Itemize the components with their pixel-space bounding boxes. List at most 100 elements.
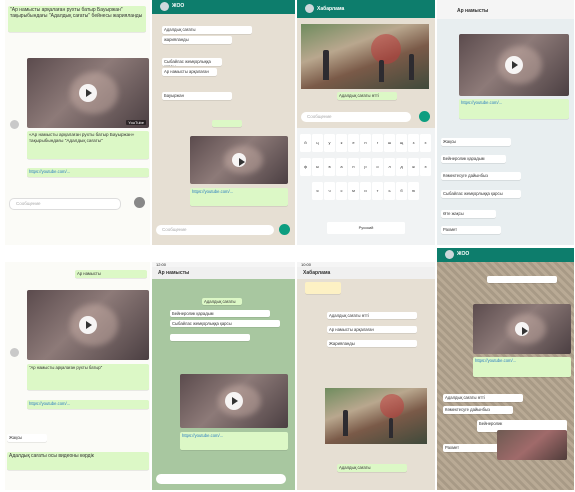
message-bubble: "Ар намысты арқалаған рухты батыр Бауырж… xyxy=(8,6,146,32)
key-7[interactable]: л xyxy=(384,158,395,176)
avatar xyxy=(445,250,454,259)
list-item: Бейнеролик қарадым xyxy=(441,155,506,163)
key-0[interactable]: ф xyxy=(300,158,311,176)
key-8[interactable]: д xyxy=(396,158,407,176)
message-bubble: Ар намысты xyxy=(75,270,147,278)
list-item: Адалдық сағаты xyxy=(162,26,252,34)
video-thumbnail[interactable] xyxy=(180,374,288,428)
key-5[interactable]: р xyxy=(360,158,371,176)
list-item xyxy=(170,334,250,341)
photo-message[interactable] xyxy=(497,430,567,460)
chat-title: Хабарлама xyxy=(303,270,331,276)
play-icon[interactable] xyxy=(79,84,97,102)
key-6[interactable]: ь xyxy=(384,182,395,200)
list-item: Ар намысты арқалаған xyxy=(327,326,417,333)
video-thumbnail[interactable] xyxy=(473,304,571,354)
key-10[interactable]: х xyxy=(420,134,431,152)
avatar xyxy=(305,4,314,13)
key-7[interactable]: б xyxy=(396,182,407,200)
key-5[interactable]: н xyxy=(360,134,371,152)
key-1[interactable]: ц xyxy=(312,134,323,152)
space-key[interactable]: Русский xyxy=(327,222,405,234)
mic-icon[interactable] xyxy=(134,197,145,208)
video-thumbnail[interactable] xyxy=(190,136,288,184)
play-icon[interactable] xyxy=(232,153,246,167)
chat-title: Ар намысты xyxy=(457,8,489,14)
list-item: Көмектесуге дайынбыз xyxy=(443,406,513,414)
key-0[interactable]: й xyxy=(300,134,311,152)
key-7[interactable]: ш xyxy=(384,134,395,152)
message-input[interactable] xyxy=(156,474,286,484)
key-6[interactable]: г xyxy=(372,134,383,152)
video-thumbnail[interactable] xyxy=(459,34,569,96)
key-0[interactable]: я xyxy=(312,182,323,200)
key-4[interactable]: п xyxy=(348,158,359,176)
photo-message[interactable] xyxy=(325,388,427,444)
key-1[interactable]: ч xyxy=(324,182,335,200)
chat-title: ЖОО xyxy=(172,3,185,9)
video-link[interactable]: https://youtube.com/... xyxy=(473,357,571,377)
input-placeholder: Сообщение xyxy=(16,201,41,206)
key-3[interactable]: к xyxy=(336,134,347,152)
key-4[interactable]: и xyxy=(360,182,371,200)
key-9[interactable]: з xyxy=(408,134,419,152)
reply-message: Жақсы xyxy=(7,434,47,442)
video-link[interactable]: https://youtube.com/... xyxy=(27,168,149,177)
list-item: Өте жақсы xyxy=(441,210,496,218)
chat-header: Хабарлама xyxy=(297,267,435,279)
list-item xyxy=(305,282,341,294)
list-item: Сыбайлас жемқорлыққа қарсы xyxy=(162,58,222,66)
message-input[interactable]: Сообщение xyxy=(9,198,121,210)
message-input[interactable]: Сообщение xyxy=(301,112,411,122)
circle-icon xyxy=(10,348,19,357)
chat-header: ЖОО xyxy=(437,248,574,262)
key-3[interactable]: а xyxy=(336,158,347,176)
avatar xyxy=(160,2,169,11)
input-placeholder: Сообщение xyxy=(307,114,332,119)
send-icon[interactable] xyxy=(419,111,430,122)
list-item: Көмектесуге дайынбыз xyxy=(441,172,521,180)
list-item: Адалдық сағаты өтті xyxy=(443,394,523,402)
key-1[interactable]: ы xyxy=(312,158,323,176)
key-3[interactable]: м xyxy=(348,182,359,200)
list-item: Адалдық сағаты xyxy=(202,298,242,305)
photo-message[interactable] xyxy=(301,24,429,89)
key-2[interactable]: в xyxy=(324,158,335,176)
key-4[interactable]: е xyxy=(348,134,359,152)
video-link[interactable]: https://youtube.com/... xyxy=(190,188,288,206)
photo-caption: Адалдық сағаты xyxy=(337,464,407,472)
list-item: Рахмет xyxy=(441,226,501,234)
play-icon[interactable] xyxy=(79,316,97,334)
chat-header: Ар намысты xyxy=(152,267,295,279)
mic-icon[interactable] xyxy=(279,224,290,235)
key-8[interactable]: щ xyxy=(396,134,407,152)
chat-title: Хабарлама xyxy=(317,6,345,12)
list-item: Рахмет xyxy=(443,444,503,452)
key-2[interactable]: у xyxy=(324,134,335,152)
key-8[interactable]: ю xyxy=(408,182,419,200)
video-thumbnail[interactable] xyxy=(27,290,149,360)
video-link[interactable]: https://youtube.com/... xyxy=(180,432,288,450)
keyboard: йцукенгшщзх фывапролджэ ячсмитьбю Русски… xyxy=(297,128,435,245)
video-thumbnail[interactable]: YouTube xyxy=(27,58,149,128)
video-caption: «Ар намысты арқалаған рухты батыр Бауырж… xyxy=(27,131,149,159)
key-9[interactable]: ж xyxy=(408,158,419,176)
circle-icon xyxy=(10,120,19,129)
photo-caption: Адалдық сағаты өтті xyxy=(337,92,397,100)
key-6[interactable]: о xyxy=(372,158,383,176)
reply-message: Адалдық сағаты осы видеоны көрдік xyxy=(7,452,149,470)
key-10[interactable]: э xyxy=(420,158,431,176)
key-2[interactable]: с xyxy=(336,182,347,200)
key-5[interactable]: т xyxy=(372,182,383,200)
input-placeholder: Сообщение xyxy=(162,227,187,232)
screenshot-7: 10:00 Хабарлама Адалдық сағаты өтті Ар н… xyxy=(297,262,435,490)
play-icon[interactable] xyxy=(505,56,523,74)
play-icon[interactable] xyxy=(225,392,243,410)
list-item: Бейнеролик қарадым xyxy=(170,310,270,317)
screenshot-3: Хабарлама Адалдық сағаты өтті Сообщение … xyxy=(297,0,435,245)
video-link[interactable]: https://youtube.com/... xyxy=(459,99,569,119)
chat-header: Хабарлама xyxy=(297,0,435,18)
play-icon[interactable] xyxy=(515,322,529,336)
message-input[interactable]: Сообщение xyxy=(156,225,274,235)
video-link[interactable]: https://youtube.com/... xyxy=(27,400,149,409)
